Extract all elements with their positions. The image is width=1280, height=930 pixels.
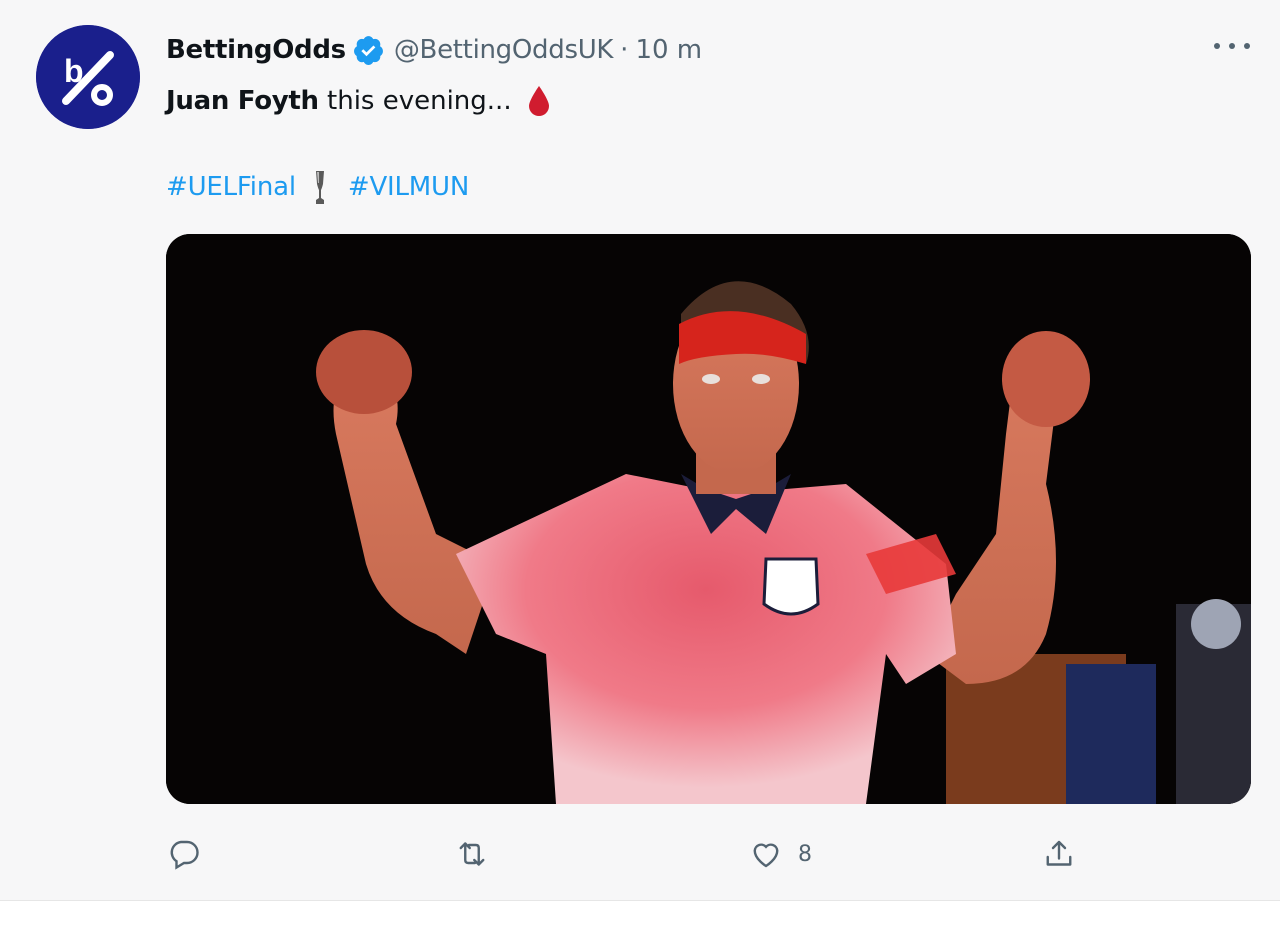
percent-logo-icon: b — [36, 25, 140, 129]
tweet-text-bold: Juan Foyth — [166, 86, 319, 116]
author-handle[interactable]: @BettingOddsUK — [394, 35, 614, 65]
tweet-actions: 8 — [166, 826, 1251, 882]
tweet-hashtags: #UELFinal #VILMUN — [166, 164, 469, 210]
hashtag-link-vilmun[interactable]: #VILMUN — [348, 172, 469, 202]
blood-drop-icon — [528, 86, 549, 116]
tweet-text: Juan Foyth this evening... — [166, 78, 552, 124]
tweet-header: BettingOdds @BettingOddsUK · 10 m — [166, 28, 702, 72]
retweet-button[interactable] — [454, 834, 504, 874]
trophy-icon — [315, 171, 324, 204]
retweet-icon — [459, 842, 485, 866]
tweet-card[interactable]: b BettingOdds @BettingOddsUK · 10 m Juan… — [0, 0, 1280, 900]
share-button[interactable] — [1041, 834, 1091, 874]
more-dot-icon — [1214, 43, 1220, 49]
heart-icon — [753, 843, 779, 868]
more-dot-icon — [1229, 43, 1235, 49]
tweet-photo[interactable] — [166, 234, 1251, 804]
verified-badge-icon — [353, 35, 383, 65]
tweet-text-rest: this evening... — [318, 86, 512, 116]
share-icon — [1046, 840, 1072, 866]
header-separator: · — [620, 35, 629, 65]
more-dot-icon — [1244, 43, 1250, 49]
like-count: 8 — [798, 841, 812, 867]
hashtag-link-uelfinal[interactable]: #UELFinal — [166, 172, 296, 202]
tweet-timestamp[interactable]: 10 m — [635, 35, 702, 65]
author-display-name[interactable]: BettingOdds — [166, 35, 346, 65]
more-options-button[interactable] — [1214, 34, 1250, 58]
author-avatar[interactable]: b — [36, 25, 140, 129]
next-tweet-divider — [0, 900, 1280, 930]
reply-button[interactable] — [166, 834, 216, 874]
reply-icon — [170, 840, 199, 870]
like-button[interactable]: 8 — [748, 834, 812, 874]
photo-football-player-bloodied-shirt — [166, 234, 1251, 804]
